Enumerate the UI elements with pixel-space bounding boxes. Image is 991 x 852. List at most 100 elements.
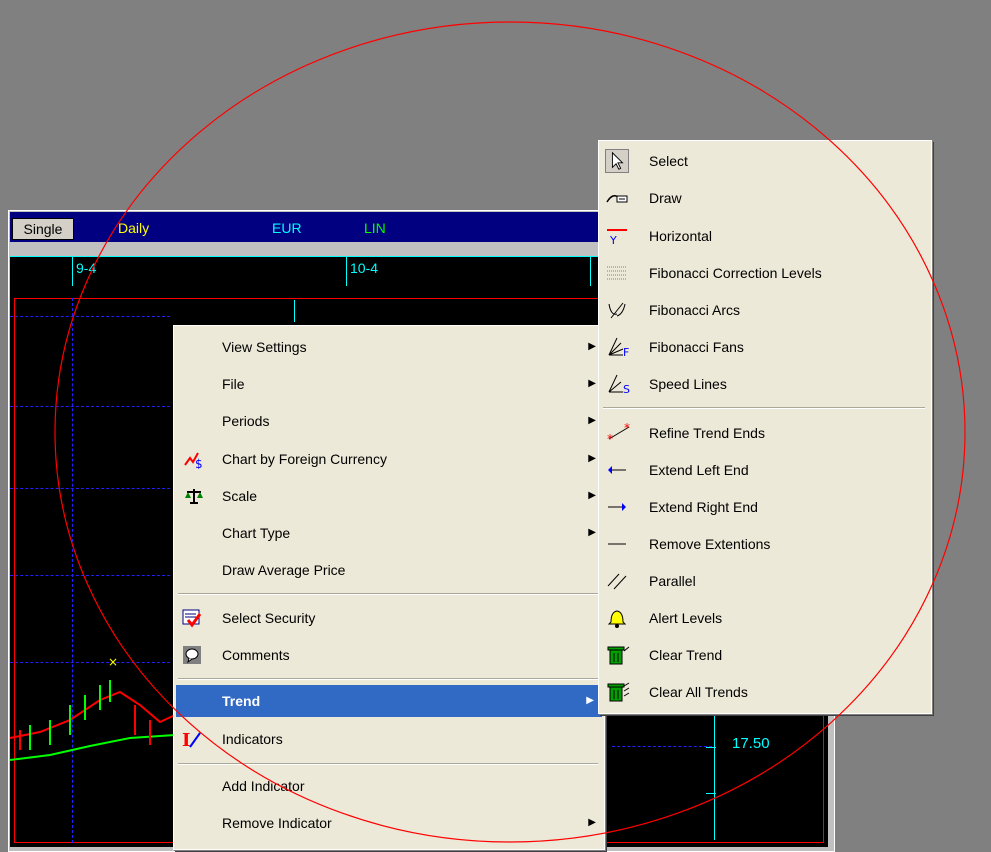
menu-separator xyxy=(178,593,598,595)
submenu-item-refine-trend-ends[interactable]: * * Refine Trend Ends xyxy=(599,417,931,449)
fibonacci-fans-icon: F xyxy=(608,337,629,357)
menu-item-label: Trend xyxy=(222,693,261,709)
menu-item-label: Chart by Foreign Currency xyxy=(222,451,387,467)
menu-item-indicators[interactable]: I Indicators xyxy=(174,723,604,755)
scale-label[interactable]: LIN xyxy=(364,220,386,236)
date-tick xyxy=(346,256,347,286)
date-label: 10-4 xyxy=(350,260,379,276)
marker-star: × xyxy=(108,655,118,669)
submenu-item-clear-trend[interactable]: Clear Trend xyxy=(599,639,931,671)
trend-submenu: Select Draw Y Horizontal Fibonacci Corre… xyxy=(598,140,932,714)
price-bar xyxy=(294,300,295,322)
parallel-icon xyxy=(607,573,627,590)
submenu-item-label: Horizontal xyxy=(649,228,713,244)
menu-item-add-indicator[interactable]: Add Indicator xyxy=(174,770,604,802)
grid-line xyxy=(10,575,170,576)
submenu-item-speed-lines[interactable]: S Speed Lines xyxy=(599,368,931,400)
submenu-arrow-icon: ▶ xyxy=(588,415,596,426)
menu-item-remove-indicator[interactable]: Remove Indicator ▶ xyxy=(174,807,604,839)
submenu-arrow-icon: ▶ xyxy=(588,817,596,828)
submenu-item-label: Draw xyxy=(649,190,682,206)
menu-item-label: Comments xyxy=(222,647,290,663)
submenu-item-label: Refine Trend Ends xyxy=(649,425,765,441)
svg-text:*: * xyxy=(624,423,630,435)
draw-icon xyxy=(606,195,628,203)
price-tick xyxy=(706,747,716,748)
trash-icon xyxy=(607,646,630,665)
date-tick xyxy=(72,256,73,286)
submenu-item-remove-extensions[interactable]: Remove Extentions xyxy=(599,528,931,560)
candles xyxy=(29,680,111,750)
submenu-item-label: Speed Lines xyxy=(649,376,727,392)
submenu-item-label: Fibonacci Correction Levels xyxy=(649,265,822,281)
grid-line xyxy=(10,406,170,407)
menu-item-periods[interactable]: Periods ▶ xyxy=(174,405,604,437)
menu-item-label: Indicators xyxy=(222,731,283,747)
single-button[interactable]: Single xyxy=(12,218,74,240)
price-axis-label: 17.50 xyxy=(732,735,770,752)
menu-separator xyxy=(603,407,925,409)
comments-icon xyxy=(183,646,201,664)
menu-item-label: File xyxy=(222,376,245,392)
menu-item-comments[interactable]: Comments xyxy=(174,639,604,671)
submenu-item-extend-left-end[interactable]: Extend Left End xyxy=(599,454,931,486)
menu-separator xyxy=(178,678,598,680)
menu-item-label: Scale xyxy=(222,488,258,504)
submenu-item-clear-all-trends[interactable]: Clear All Trends xyxy=(599,676,931,708)
svg-text:S: S xyxy=(623,383,630,394)
submenu-item-label: Alert Levels xyxy=(649,610,723,626)
menu-item-label: Draw Average Price xyxy=(222,562,346,578)
menu-item-view-settings[interactable]: View Settings ▶ xyxy=(174,331,604,363)
menu-item-chart-by-foreign-currency[interactable]: $ Chart by Foreign Currency ▶ xyxy=(174,443,604,475)
price-tick xyxy=(706,793,716,794)
menu-item-chart-type[interactable]: Chart Type ▶ xyxy=(174,517,604,549)
context-menu: View Settings ▶ File ▶ Periods ▶ $ Chart… xyxy=(173,325,605,850)
grid-line xyxy=(10,316,170,317)
grid-line xyxy=(10,488,170,489)
submenu-arrow-icon: ▶ xyxy=(588,527,596,538)
menu-item-file[interactable]: File ▶ xyxy=(174,368,604,400)
submenu-item-label: Fibonacci Arcs xyxy=(649,302,741,318)
refine-trend-icon: * * xyxy=(607,423,630,443)
submenu-item-alert-levels[interactable]: Alert Levels xyxy=(599,602,931,634)
menu-item-label: Periods xyxy=(222,413,270,429)
menu-item-label: Remove Indicator xyxy=(222,815,332,831)
remove-extensions-icon xyxy=(608,543,626,545)
submenu-arrow-icon: ▶ xyxy=(588,453,596,464)
currency-label[interactable]: EUR xyxy=(272,220,302,236)
trash-all-icon xyxy=(607,682,630,702)
svg-text:F: F xyxy=(623,346,629,357)
svg-text:I: I xyxy=(182,730,190,749)
submenu-item-horizontal[interactable]: Y Horizontal xyxy=(599,220,931,252)
select-security-icon xyxy=(182,609,202,628)
submenu-item-label: Remove Extentions xyxy=(649,536,771,552)
submenu-item-label: Parallel xyxy=(649,573,696,589)
svg-text:*: * xyxy=(607,432,613,443)
submenu-item-select[interactable]: Select xyxy=(599,145,931,177)
submenu-item-label: Clear All Trends xyxy=(649,684,748,700)
submenu-arrow-icon: ▶ xyxy=(586,695,594,706)
submenu-arrow-icon: ▶ xyxy=(588,341,596,352)
menu-item-select-security[interactable]: Select Security xyxy=(174,602,604,634)
menu-item-label: Add Indicator xyxy=(222,778,305,794)
price-series: × xyxy=(10,655,176,761)
menu-item-trend[interactable]: Trend ▶ xyxy=(176,685,602,717)
submenu-item-label: Select xyxy=(649,153,688,169)
speed-lines-icon: S xyxy=(608,374,630,394)
submenu-item-draw[interactable]: Draw xyxy=(599,182,931,214)
menu-item-draw-average-price[interactable]: Draw Average Price xyxy=(174,554,604,586)
period-label[interactable]: Daily xyxy=(118,220,149,236)
submenu-item-fibonacci-correction-levels[interactable]: Fibonacci Correction Levels xyxy=(599,257,931,289)
submenu-item-fibonacci-fans[interactable]: F Fibonacci Fans xyxy=(599,331,931,363)
indicators-icon: I xyxy=(182,730,201,749)
extend-left-icon xyxy=(608,466,626,474)
menu-item-label: Select Security xyxy=(222,610,316,626)
submenu-item-fibonacci-arcs[interactable]: Fibonacci Arcs xyxy=(599,294,931,326)
submenu-item-extend-right-end[interactable]: Extend Right End xyxy=(599,491,931,523)
fibonacci-arcs-icon xyxy=(608,302,626,319)
submenu-item-parallel[interactable]: Parallel xyxy=(599,565,931,597)
menu-item-scale[interactable]: Scale ▶ xyxy=(174,480,604,512)
submenu-arrow-icon: ▶ xyxy=(588,378,596,389)
fibonacci-levels-icon xyxy=(607,266,627,280)
horizontal-line-icon: Y xyxy=(607,229,627,246)
